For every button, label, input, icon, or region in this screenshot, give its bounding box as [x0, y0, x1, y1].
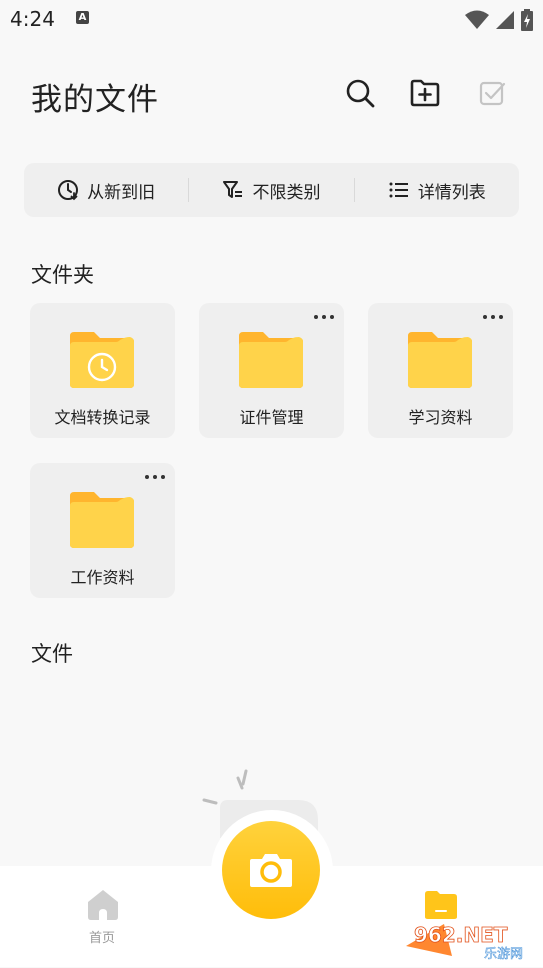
new-folder-button[interactable]: [408, 76, 442, 110]
list-icon: [389, 182, 408, 198]
status-bar: 4:24 A: [0, 0, 543, 38]
folder-label: 学习资料: [408, 408, 473, 427]
folder-icon: [70, 492, 134, 548]
page-title: 我的文件: [31, 82, 159, 118]
type-filter-label: 不限类别: [252, 182, 321, 203]
select-mode-button[interactable]: [475, 76, 509, 110]
select-icon: [479, 81, 506, 106]
search-button[interactable]: [343, 76, 377, 110]
folder-card[interactable]: 学习资料: [368, 303, 513, 438]
folder-label: 文档转换记录: [54, 408, 151, 427]
status-icons: [465, 9, 533, 31]
folder-card[interactable]: 文档转换记录: [30, 303, 175, 438]
folder-label: 证件管理: [239, 408, 304, 427]
files-section-title: 文件: [31, 642, 73, 666]
folder-icon: [239, 332, 303, 388]
camera-icon: [250, 854, 292, 887]
folder-clock-icon: [70, 332, 134, 388]
search-icon: [346, 79, 375, 108]
folders-section-title: 文件夹: [31, 263, 94, 287]
folder-card[interactable]: 工作资料: [30, 463, 175, 598]
new-folder-icon: [410, 79, 440, 107]
type-filter-button[interactable]: 不限类别: [189, 163, 353, 217]
view-mode-label: 详情列表: [417, 182, 486, 203]
cell-signal-icon: [496, 11, 514, 29]
watermark-logo: 962.NET 乐游网: [404, 916, 540, 964]
filter-icon: [223, 181, 243, 198]
folder-label: 工作资料: [70, 568, 135, 587]
sort-order-label: 从新到旧: [87, 182, 156, 203]
nav-home-button[interactable]: [84, 888, 122, 922]
status-time: 4:24: [10, 7, 55, 31]
battery-icon: [521, 9, 533, 31]
filter-bar: 从新到旧 不限类别 详情列表: [24, 163, 519, 217]
folder-card[interactable]: 证件管理: [199, 303, 344, 438]
nav-home-label: 首页: [88, 931, 115, 946]
home-icon: [88, 890, 118, 920]
camera-button[interactable]: [222, 821, 320, 919]
wifi-icon: [465, 10, 489, 29]
watermark-subtext: 乐游网: [484, 947, 523, 962]
more-options-icon[interactable]: [145, 475, 165, 481]
more-options-icon[interactable]: [483, 315, 503, 321]
more-options-icon[interactable]: [314, 315, 334, 321]
clock-sort-icon: [58, 180, 79, 201]
view-mode-button[interactable]: 详情列表: [355, 163, 519, 217]
accessibility-indicator-icon: A: [76, 11, 89, 24]
watermark-number: 962.NET: [414, 923, 508, 947]
sort-order-button[interactable]: 从新到旧: [24, 163, 188, 217]
watermark-graphic: 962.NET 乐游网: [406, 923, 523, 962]
folder-icon: [408, 332, 472, 388]
